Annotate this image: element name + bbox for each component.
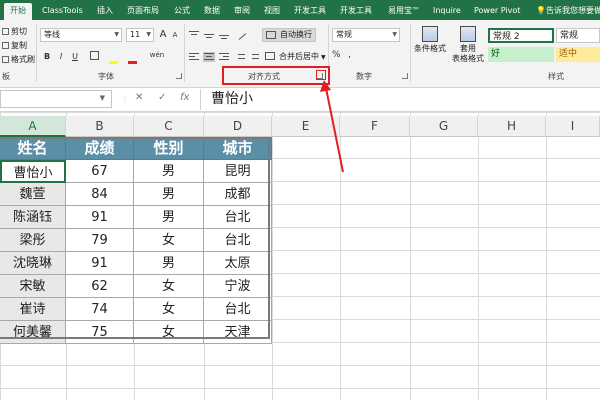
annotation-arrow — [320, 80, 344, 173]
arrow-head — [320, 80, 331, 92]
arrow-shaft — [325, 87, 344, 173]
